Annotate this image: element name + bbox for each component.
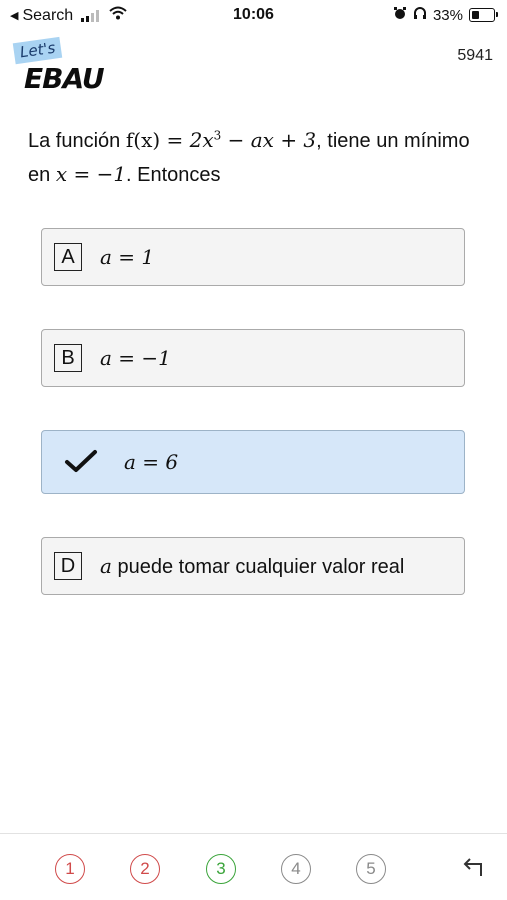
bottom-nav: 1 2 3 4 5 [0,833,507,900]
question-text: La función f(x) = 2x3 − ax + 3, tiene un… [28,128,470,186]
option-d[interactable]: D a puede tomar cualquier valor real [41,537,465,595]
battery-percent: 33% [432,6,463,24]
option-text: a puede tomar cualquier valor real [100,553,405,578]
logo-tag: Let's [12,36,63,65]
nav-question-3[interactable]: 3 [206,854,236,884]
nav-question-5[interactable]: 5 [356,854,386,884]
nav-question-2[interactable]: 2 [130,854,160,884]
option-letter: B [54,344,82,372]
logo-title: EBAU [24,62,105,95]
option-letter: A [54,243,82,271]
status-icons: 33% [393,6,498,24]
checkmark-icon [64,449,98,475]
option-letter: D [54,552,82,580]
headphones-icon [413,6,427,24]
battery-icon [469,8,498,22]
status-bar: ◀ Search 10:06 33% [0,0,507,30]
option-a[interactable]: A a = 1 [41,228,465,286]
app-logo: Let's EBAU [12,36,122,96]
return-arrow-icon[interactable] [461,854,487,880]
option-text: a = 1 [100,245,155,269]
question-id: 5941 [457,47,493,64]
nav-question-4[interactable]: 4 [281,854,311,884]
condition: x = −1 [55,162,127,186]
option-b[interactable]: B a = −1 [41,329,465,387]
nav-question-1[interactable]: 1 [55,854,85,884]
option-text: a = −1 [100,346,171,370]
function-name: f(x) [125,128,161,152]
option-c-correct[interactable]: a = 6 [41,430,465,494]
alarm-icon [393,6,407,24]
option-text: a = 6 [124,450,179,474]
